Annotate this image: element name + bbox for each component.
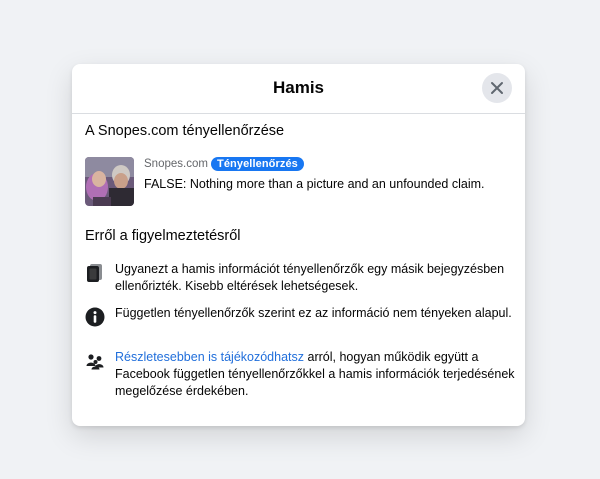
people-icon [85,351,105,371]
dialog-header: Hamis [72,64,525,114]
learn-more-link[interactable]: Részletesebben is tájékozódhatsz [115,350,304,364]
close-button[interactable] [482,73,512,103]
stacked-posts-icon [85,263,105,283]
info-text-learn-more: Részletesebben is tájékozódhatsz arról, … [115,349,515,400]
info-icon [85,307,105,327]
dialog-title: Hamis [272,78,325,97]
fact-check-claim[interactable]: FALSE: Nothing more than a picture and a… [144,177,485,191]
info-text-same-info: Ugyanezt a hamis információt tényellenőr… [115,262,505,293]
fact-check-section-title: A Snopes.com tényellenőrzése [85,123,285,139]
source-name[interactable]: Snopes.com [144,158,208,170]
fact-check-dialog: Hamis A Snopes.com tényellenőrzése Snope… [72,64,525,426]
fact-check-card[interactable]: Snopes.com Tényellenőrzés FALSE: Nothing… [85,157,513,209]
about-section-title: Erről a figyelmeztetésről [85,228,241,244]
article-thumbnail[interactable] [85,157,134,206]
fact-check-badge: Tényellenőrzés [211,157,304,171]
close-icon [491,82,503,94]
info-text-independent: Független tényellenőrzők szerint ez az i… [115,306,512,320]
